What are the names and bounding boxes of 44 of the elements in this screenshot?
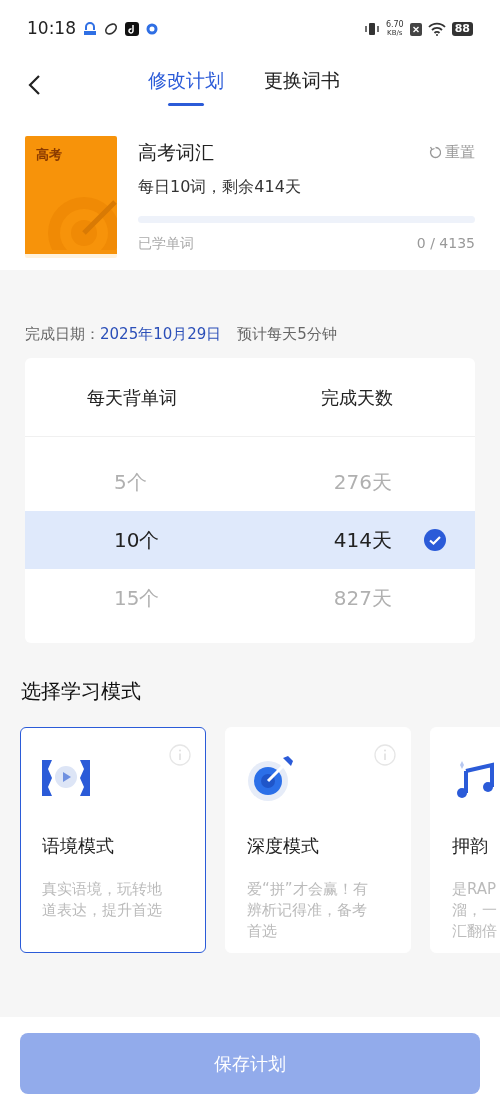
- check-icon: [423, 528, 447, 552]
- plan-summary: 每日10词，剩余414天: [138, 175, 302, 198]
- words-per-day: 5个: [114, 467, 234, 497]
- battery-indicator: 88: [451, 22, 473, 36]
- status-time: 10:18: [27, 17, 76, 41]
- mode-title: 深度模式: [247, 834, 320, 858]
- completion-date: 2025年10月29日: [100, 324, 222, 346]
- wifi-icon: [427, 22, 446, 36]
- music-note-icon: [125, 22, 139, 36]
- date-label: 完成日期：: [25, 324, 100, 346]
- video-icon: [42, 760, 90, 796]
- days-count: 276天: [332, 469, 392, 496]
- mode-card[interactable]: 深度模式 爱“拼”才会赢！有 辨析记得准，备考 首选: [225, 727, 411, 953]
- info-icon[interactable]: [374, 744, 396, 766]
- days-count: 414天: [332, 527, 392, 554]
- mode-card[interactable]: 语境模式 真实语境，玩转地 道表达，提升首选: [20, 727, 206, 953]
- back-icon[interactable]: [27, 74, 41, 96]
- vibrate-icon: [363, 22, 380, 36]
- mode-description: 爱“拼”才会赢！有 辨析记得准，备考 首选: [247, 879, 369, 942]
- progress-count: 0 / 4135: [416, 233, 475, 253]
- days-count: 827天: [332, 585, 392, 612]
- tab[interactable]: 修改计划: [148, 58, 224, 110]
- mode-title: 语境模式: [42, 834, 115, 858]
- speed-value: 6.70: [385, 21, 404, 29]
- info-icon[interactable]: [169, 744, 191, 766]
- words-per-day: 15个: [114, 583, 234, 613]
- cover-label: 高考: [36, 146, 62, 164]
- daily-estimate: 预计每天5分钟: [237, 324, 337, 346]
- refresh-icon: [429, 145, 442, 159]
- words-per-day: 10个: [114, 525, 234, 555]
- circle-icon: [146, 23, 158, 35]
- progress-label: 已学单词: [138, 233, 194, 253]
- column-header: 完成天数: [321, 385, 393, 410]
- target-icon: [247, 754, 295, 802]
- app-icon: [83, 22, 97, 36]
- mode-description: 真实语境，玩转地 道表达，提升首选: [42, 879, 163, 921]
- sim-icon: [409, 22, 422, 36]
- tab[interactable]: 更换词书: [264, 58, 340, 110]
- picker-row[interactable]: 10个 414天: [25, 511, 475, 569]
- book-title: 高考词汇: [138, 140, 214, 165]
- column-header: 每天背单词: [87, 385, 178, 410]
- leaf-icon: [104, 22, 118, 36]
- section-title: 选择学习模式: [20, 678, 142, 705]
- mode-title: 押韵: [452, 834, 489, 858]
